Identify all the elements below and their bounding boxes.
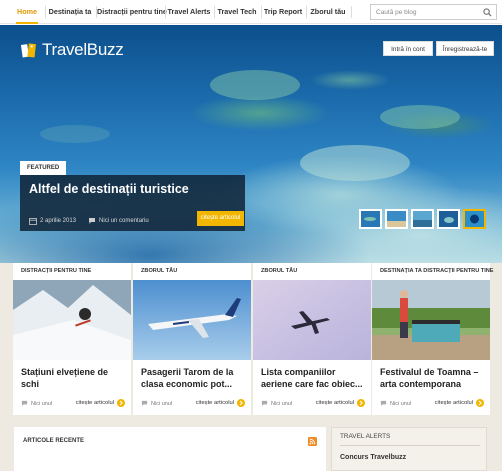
- featured-meta: 2 aprilie 2013 Nici un comentariu: [29, 217, 149, 225]
- rss-icon[interactable]: [308, 437, 317, 446]
- reef-shape: [210, 70, 300, 100]
- article-card[interactable]: ZBORUL TĂU Pasagerii Tarom de la clasa e…: [133, 263, 251, 415]
- card-footer: Nici unul citește articolul: [13, 396, 131, 412]
- card-read-label: citește articolul: [195, 400, 234, 406]
- featured-comments[interactable]: Nici un comentariu: [99, 218, 149, 224]
- nav-divider: [351, 6, 352, 18]
- article-card[interactable]: DISTRACȚII PENTRU TINE Stațiuni elvețien…: [13, 263, 131, 415]
- article-card[interactable]: DESTINAȚIA TA DISTRACȚII PENTRU TINE Fes…: [372, 263, 494, 415]
- card-comments[interactable]: Nici unul: [31, 401, 52, 407]
- card-footer: Nici unul citește articolul: [133, 396, 251, 412]
- piano-street-image[interactable]: [372, 280, 490, 360]
- card-category[interactable]: DISTRACȚII PENTRU TINE: [21, 268, 91, 274]
- card-footer: Nici unul citește articolul: [253, 396, 371, 412]
- card-title[interactable]: Festivalul de Toamna – arta contemporana: [380, 366, 486, 390]
- island-aerial-thumb-1-icon: [361, 211, 380, 227]
- search-icon[interactable]: [483, 8, 492, 17]
- nav-item-distractii[interactable]: Distracții pentru tine: [97, 0, 167, 24]
- featured-caption: Altfel de destinații turistice 2 aprilie…: [20, 175, 245, 231]
- slider-thumb-4[interactable]: [437, 209, 460, 229]
- card-category[interactable]: ZBORUL TĂU: [261, 268, 297, 274]
- read-more-button[interactable]: citește articolul: [197, 211, 244, 226]
- card-read-more[interactable]: citește articolul: [316, 399, 365, 407]
- search-input[interactable]: [370, 4, 497, 20]
- recent-articles-panel: ARTICOLE RECENTE: [14, 427, 326, 471]
- reef-shape: [40, 125, 110, 143]
- card-read-label: citește articolul: [75, 400, 114, 406]
- register-button[interactable]: Înregistrează-te: [436, 41, 494, 56]
- featured-title[interactable]: Altfel de destinații turistice: [29, 182, 189, 196]
- blue-hole-thumb-icon: [465, 211, 484, 227]
- card-read-more[interactable]: citește articolul: [76, 399, 125, 407]
- nav-item-travel-alerts[interactable]: Travel Alerts: [166, 0, 212, 24]
- arrow-right-icon: [357, 399, 365, 407]
- card-read-label: citește articolul: [434, 400, 473, 406]
- bottom-section: ARTICOLE RECENTE TRAVEL ALERTS Concurs T…: [0, 420, 502, 471]
- featured-tag: FEATURED: [20, 161, 66, 175]
- nav-item-travel-tech[interactable]: Travel Tech: [215, 0, 259, 24]
- article-card[interactable]: ZBORUL TĂU Lista companiilor aeriene car…: [253, 263, 371, 415]
- slider-thumb-3[interactable]: [411, 209, 434, 229]
- luggage-tag-icon: [20, 43, 36, 58]
- logo-text: TravelBuzz: [42, 40, 124, 59]
- card-footer: Nici unul citește articolul: [372, 396, 490, 412]
- slider-thumb-1[interactable]: [359, 209, 382, 229]
- airplane-sky-image[interactable]: [253, 280, 371, 360]
- island-aerial-thumb-3-icon: [413, 211, 432, 227]
- travel-alerts-panel: TRAVEL ALERTS Concurs Travelbuzz: [331, 427, 487, 471]
- site-logo[interactable]: TravelBuzz: [20, 40, 124, 60]
- nav-item-zborul-tau[interactable]: Zborul tău: [307, 0, 349, 24]
- comment-icon: [380, 400, 387, 407]
- hero-slider: TravelBuzz Intră în cont Înregistrează-t…: [0, 25, 502, 263]
- nav-item-trip-report[interactable]: Trip Report: [262, 0, 304, 24]
- card-comments[interactable]: Nici unul: [151, 401, 172, 407]
- card-read-label: citește articolul: [315, 400, 354, 406]
- comment-icon: [141, 400, 148, 407]
- top-navigation: Home Destinația ta Distracții pentru tin…: [0, 0, 502, 24]
- comment-icon: [89, 218, 96, 224]
- ski-mountain-image[interactable]: [13, 280, 131, 360]
- card-category[interactable]: DESTINAȚIA TA DISTRACȚII PENTRU TINE: [380, 268, 494, 274]
- card-title[interactable]: Stațiuni elvețiene de schi: [21, 366, 127, 390]
- island-aerial-thumb-4-icon: [439, 211, 458, 227]
- tarom-airplane-image[interactable]: [133, 280, 251, 360]
- island-aerial-thumb-2-icon: [387, 211, 406, 227]
- recent-articles-title: ARTICOLE RECENTE: [23, 438, 85, 444]
- travel-alerts-title: TRAVEL ALERTS: [340, 428, 480, 446]
- article-cards: DISTRACȚII PENTRU TINE Stațiuni elvețien…: [0, 263, 502, 420]
- arrow-right-icon: [117, 399, 125, 407]
- slider-thumb-2[interactable]: [385, 209, 408, 229]
- card-read-more[interactable]: citește articolul: [435, 399, 484, 407]
- featured-date: 2 aprilie 2013: [40, 218, 77, 224]
- reef-shape: [300, 145, 410, 181]
- comment-icon: [21, 400, 28, 407]
- reef-shape: [380, 105, 460, 129]
- login-button[interactable]: Intră în cont: [383, 41, 433, 56]
- nav-item-home[interactable]: Home: [12, 0, 42, 24]
- card-read-more[interactable]: citește articolul: [196, 399, 245, 407]
- card-category[interactable]: ZBORUL TĂU: [141, 268, 177, 274]
- arrow-right-icon: [476, 399, 484, 407]
- comment-icon: [261, 400, 268, 407]
- card-comments[interactable]: Nici unul: [390, 401, 411, 407]
- travel-alerts-link[interactable]: Concurs Travelbuzz: [340, 454, 406, 461]
- calendar-icon: [29, 218, 37, 225]
- slider-thumb-5[interactable]: [463, 209, 486, 229]
- nav-item-destinatia-ta[interactable]: Destinația ta: [46, 0, 94, 24]
- card-title[interactable]: Lista companiilor aeriene care fac obiec…: [261, 366, 367, 390]
- card-comments[interactable]: Nici unul: [271, 401, 292, 407]
- card-title[interactable]: Pasagerii Tarom de la clasa economic pot…: [141, 366, 247, 390]
- arrow-right-icon: [237, 399, 245, 407]
